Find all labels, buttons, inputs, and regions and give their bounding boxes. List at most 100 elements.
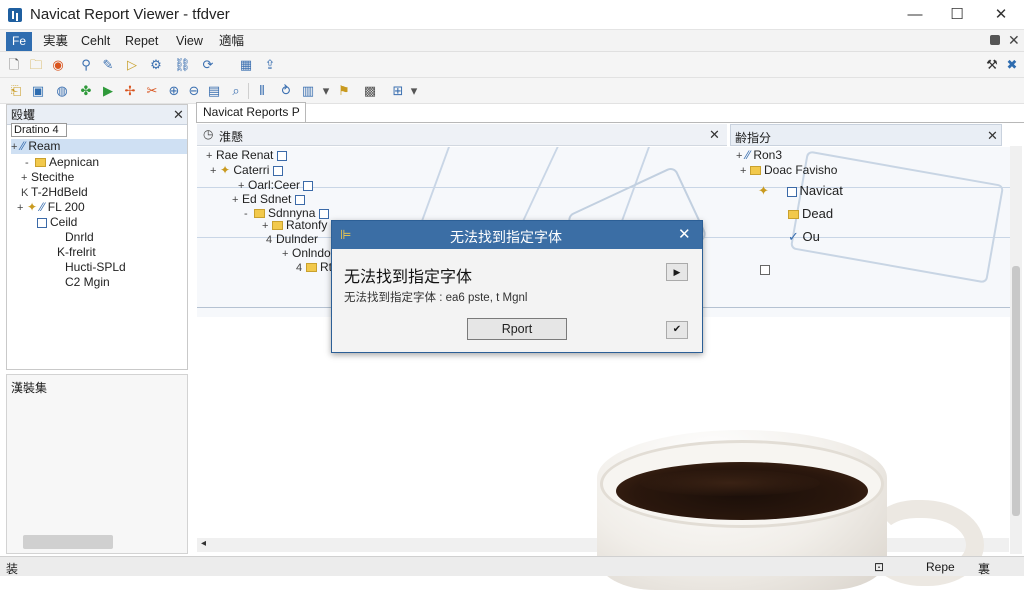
report-button[interactable]: Rport	[467, 318, 567, 340]
dialog-app-icon: ⊫	[340, 227, 352, 242]
window-icon[interactable]: ▩	[362, 83, 378, 99]
check-icon[interactable]: ✔	[666, 321, 688, 339]
center-tree-item[interactable]: + Ratonfy	[262, 218, 327, 233]
open-icon[interactable]: 🗀	[28, 57, 44, 73]
chevron-down-icon[interactable]: ▾	[318, 83, 334, 99]
tree-item[interactable]: + Stecithe	[21, 170, 74, 185]
anchor-handle[interactable]	[760, 265, 770, 275]
error-dialog: ⊫ 无法找到指定字体 ✕ 无法找到指定字体 无法找到指定字体 : ea6 pst…	[331, 220, 703, 353]
tree-item[interactable]: Ceild	[37, 215, 77, 230]
globe-icon[interactable]: ◍	[54, 83, 70, 99]
maximize-button[interactable]: ☐	[942, 4, 972, 26]
dialog-heading: 无法找到指定字体	[344, 269, 473, 286]
menu-view[interactable]: View	[173, 33, 206, 50]
menu-report[interactable]: Repet	[122, 33, 161, 50]
layout-icon[interactable]: ⊞	[390, 83, 406, 99]
center-tree-item[interactable]: + Rae Renat	[206, 148, 290, 163]
dialog-title-bar: ⊫ 无法找到指定字体 ✕	[332, 221, 702, 249]
menu-window[interactable]: 適幅	[216, 33, 247, 50]
wrench-icon[interactable]: ⚒	[984, 57, 1000, 73]
tree-item[interactable]: + ✦ ⁄⁄ FL 200	[17, 200, 85, 215]
lock-icon[interactable]	[990, 35, 1000, 45]
tree-item[interactable]: K-frelrit	[57, 245, 96, 260]
play-icon[interactable]: ▷	[124, 57, 140, 73]
center-tree-item[interactable]: + Oarl:Ceer	[238, 178, 316, 193]
window-title: Navicat Report Viewer - tfdver	[30, 6, 230, 23]
minimize-button[interactable]: —	[900, 4, 930, 26]
grid-icon[interactable]: ▦	[238, 57, 254, 73]
tag-icon[interactable]: ✤	[78, 83, 94, 99]
pin-tool-icon[interactable]: ✢	[122, 83, 138, 99]
left-panel-title: 殴蠼	[11, 108, 36, 122]
right-tree-item[interactable]: ✓ Ou	[788, 229, 820, 244]
export-icon[interactable]: ⇪	[262, 57, 278, 73]
filter-icon[interactable]: ⚙	[148, 57, 164, 73]
clock-icon: ◷	[203, 127, 214, 141]
zoom-in-icon[interactable]: ⊕	[166, 83, 182, 99]
tree-item[interactable]: - Aepnican	[25, 155, 99, 170]
menu-edit[interactable]: 実裏	[40, 33, 71, 50]
horizontal-scrollbar[interactable]	[23, 535, 113, 549]
center-panel-header: ◷ 淮懸 ✕	[197, 124, 727, 146]
tree-item[interactable]: Dnrld	[65, 230, 94, 245]
scroll-left-icon[interactable]: ◂	[201, 538, 206, 549]
tab-divider	[196, 122, 1024, 123]
coffee-crema	[640, 470, 820, 496]
close-icon[interactable]: ✕	[173, 105, 184, 125]
right-tree-item[interactable]: Dead	[788, 206, 833, 221]
menu-select[interactable]: Cehlt	[78, 33, 113, 50]
tree-item[interactable]: K T-2HdBeld	[21, 185, 88, 200]
search-icon[interactable]: ⚲	[78, 57, 94, 73]
preview-icon[interactable]: ▤	[206, 83, 222, 99]
edit-icon[interactable]: ✎	[100, 57, 116, 73]
tools-icon[interactable]: ✖	[1004, 57, 1020, 73]
merge-icon[interactable]: ⥁	[278, 83, 294, 99]
cut-icon[interactable]: ✂	[144, 83, 160, 99]
pin-icon[interactable]: ✕	[1008, 32, 1020, 49]
center-tree-item[interactable]: + Onlndon	[282, 246, 337, 261]
scrollbar-thumb[interactable]	[1012, 266, 1020, 516]
tree-item[interactable]: Hucti-SPLd	[65, 260, 126, 275]
center-tree-item[interactable]: + Ed Sdnet	[232, 192, 308, 207]
title-bar: Navicat Report Viewer - tfdver — ☐ ✕	[0, 0, 1024, 30]
tree-item-selected[interactable]: + ⁄⁄ Ream	[11, 139, 187, 154]
toolbar-divider	[248, 83, 249, 99]
close-icon[interactable]: ✕	[709, 127, 720, 143]
wand-icon[interactable]: ⚑	[336, 83, 352, 99]
left-panel: 殴蠼 ✕ Dratino 4 + ⁄⁄ Ream - Aepnican + Steci…	[6, 104, 188, 370]
toolbar-top: 🗋 🗀 ◉ ⚲ ✎ ▷ ⚙ ⛓ ⟳ ▦ ⇪ ⚒ ✖	[0, 52, 1024, 78]
chrome-icon[interactable]: ◉	[50, 57, 66, 73]
vertical-scrollbar[interactable]	[1010, 146, 1022, 554]
dialog-message: 无法找到指定字体 : ea6 pste, t Mgnl	[344, 292, 528, 304]
bars-icon[interactable]: ⫴	[254, 83, 270, 99]
status-left: 装	[6, 562, 19, 576]
tree-item[interactable]: C2 Mgin	[65, 275, 110, 290]
new-icon[interactable]: 🗋	[6, 57, 22, 73]
layout-dropdown-icon[interactable]: ▾	[406, 83, 422, 99]
center-tree-item[interactable]: 4 Dulnder	[266, 232, 318, 247]
close-icon[interactable]: ✕	[987, 128, 998, 144]
right-tree-item[interactable]: + Doac Favisho	[740, 163, 837, 178]
tab-reports[interactable]: Navicat Reports P	[196, 102, 306, 122]
save-icon[interactable]: ▣	[30, 83, 46, 99]
left-panel-header: 殴蠼 ✕	[7, 105, 187, 125]
right-tree-item[interactable]: ✦ Navicat	[758, 183, 843, 198]
right-panel-title: 齢指分	[735, 131, 772, 145]
object-dropdown[interactable]: Dratino 4	[11, 123, 67, 137]
expand-icon[interactable]: ▶	[666, 263, 688, 281]
status-bar: 装 ⊡ Repe 裏	[0, 556, 1024, 576]
properties-title: 漢裝集	[11, 381, 48, 395]
toolbar-second: ⎗ ▣ ◍ ✤ ▶ ✢ ✂ ⊕ ⊖ ▤ ⌕ ⫴ ⥁ ▥ ▾ ⚑ ▩ ⊞ ▾	[0, 78, 1024, 104]
table-icon[interactable]: ▥	[300, 83, 316, 99]
zoom-icon[interactable]: ⊖	[186, 83, 202, 99]
paste-icon[interactable]: ⎗	[8, 83, 24, 99]
center-tree-item[interactable]: + ✦ Caterri	[210, 163, 286, 178]
run-icon[interactable]: ▶	[100, 83, 116, 99]
refresh-icon[interactable]: ⟳	[200, 57, 216, 73]
link-icon[interactable]: ⛓	[174, 57, 191, 73]
close-button[interactable]: ✕	[986, 4, 1016, 26]
menu-file[interactable]: Fe	[6, 32, 32, 51]
right-tree-item[interactable]: + ⁄⁄ Ron3	[736, 148, 782, 163]
dialog-close-icon[interactable]: ✕	[678, 225, 691, 243]
find-icon[interactable]: ⌕	[228, 83, 244, 99]
